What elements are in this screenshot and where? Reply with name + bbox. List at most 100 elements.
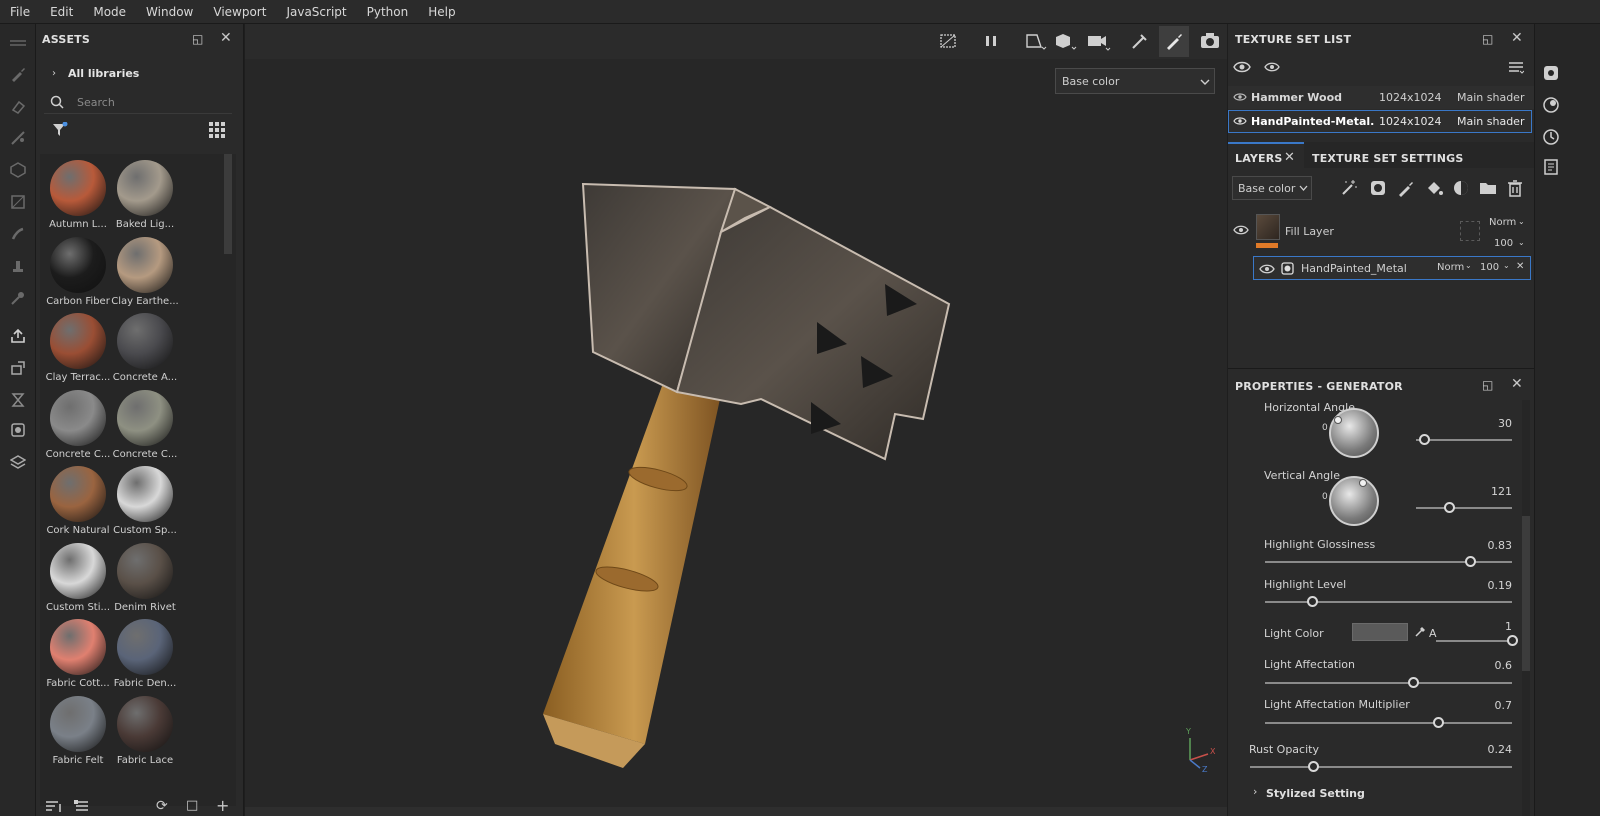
close-icon[interactable]: ✕ [220, 30, 232, 46]
light-color-swatch[interactable] [1352, 623, 1408, 641]
light-affectation-value[interactable]: 0.6 [1452, 659, 1513, 672]
vertical-angle-value[interactable]: 121 [1452, 485, 1512, 498]
viewport-scrollbar[interactable] [245, 807, 1227, 816]
chevron-down-icon[interactable]: ⌄ [1465, 261, 1472, 270]
asset-thumbnail[interactable]: Autumn L... [44, 158, 110, 234]
pause-icon[interactable] [983, 32, 999, 50]
geometry-mask-icon[interactable] [8, 160, 28, 180]
mask-slot[interactable] [1460, 221, 1480, 241]
color-picker-icon[interactable] [8, 288, 28, 308]
asset-thumbnail[interactable]: Fabric Lace [111, 694, 177, 770]
fill-layer-blend[interactable]: Norm [1489, 217, 1516, 228]
shelf-icon[interactable] [8, 452, 28, 472]
grid-view-icon[interactable] [209, 122, 225, 138]
chevron-right-icon[interactable]: › [1253, 785, 1257, 798]
highlight-level-slider[interactable] [1265, 596, 1512, 607]
slider-knob[interactable] [1507, 635, 1518, 646]
menu-python[interactable]: Python [357, 0, 419, 24]
menu-help[interactable]: Help [418, 0, 465, 24]
properties-scrollbar-track[interactable] [1522, 400, 1530, 816]
add-mask-icon[interactable] [1369, 179, 1387, 197]
group-icon[interactable] [74, 800, 90, 814]
hammer-model[interactable] [525, 144, 965, 784]
asset-thumbnail[interactable]: Carbon Fiber [44, 235, 110, 311]
asset-thumbnail[interactable]: Concrete C... [111, 388, 177, 464]
chevron-down-icon[interactable]: ⌄ [1503, 261, 1510, 270]
highlight-glossiness-value[interactable]: 0.83 [1452, 539, 1513, 552]
add-fill-layer-icon[interactable] [1425, 179, 1443, 197]
asset-thumbnail[interactable]: Custom Sti... [44, 541, 110, 617]
assets-scrollbar[interactable] [224, 154, 232, 254]
asset-thumbnail[interactable]: Fabric Cott... [44, 617, 110, 693]
search-input[interactable]: Search [77, 96, 115, 109]
texture-set-row-selected[interactable]: HandPainted-Metal. 1024x1024 Main shader [1228, 110, 1532, 133]
asset-thumbnail[interactable]: Fabric Den... [111, 617, 177, 693]
camera-icon[interactable] [1087, 32, 1111, 52]
chevron-down-icon[interactable]: ⌄ [1518, 238, 1525, 247]
eye-icon[interactable] [1264, 61, 1280, 73]
smudge-icon[interactable] [8, 224, 28, 244]
slider-knob[interactable] [1418, 434, 1430, 445]
eye-icon[interactable] [1233, 224, 1249, 236]
slider-knob[interactable] [1306, 596, 1318, 607]
tab-layers[interactable]: LAYERS ✕ [1228, 142, 1304, 168]
visibility-toggle-icon[interactable] [1233, 60, 1251, 74]
menu-edit[interactable]: Edit [40, 0, 83, 24]
eye-icon[interactable] [1233, 92, 1247, 102]
chevron-right-icon[interactable]: › [52, 68, 56, 79]
asset-thumbnail[interactable]: Concrete A... [111, 311, 177, 387]
light-affectation-multiplier-value[interactable]: 0.7 [1452, 699, 1513, 712]
asset-thumbnail[interactable]: Baked Lig... [111, 158, 177, 234]
clone-stamp-icon[interactable] [8, 256, 28, 276]
folder-icon[interactable] [1479, 179, 1497, 197]
close-icon[interactable]: ✕ [1516, 261, 1524, 272]
add-paint-layer-icon[interactable] [1397, 179, 1415, 197]
log-icon[interactable] [1542, 158, 1560, 176]
horizontal-angle-value[interactable]: 30 [1452, 417, 1512, 430]
slider-knob[interactable] [1307, 761, 1319, 772]
hide-icon[interactable] [939, 32, 957, 50]
alpha-value[interactable]: 1 [1452, 620, 1512, 633]
projection-icon[interactable] [8, 128, 28, 148]
light-affectation-slider[interactable] [1265, 677, 1512, 688]
library-selector[interactable]: All libraries [68, 67, 139, 80]
asset-thumbnail[interactable]: Custom Sp... [111, 464, 177, 540]
layers-channel-dropdown[interactable]: Base color [1232, 176, 1312, 200]
asset-thumbnail[interactable]: Cork Natural [44, 464, 110, 540]
menu-viewport[interactable]: Viewport [203, 0, 276, 24]
fill-layer-row[interactable]: Fill Layer Norm ⌄ 100 ⌄ [1228, 211, 1534, 255]
add-smart-material-icon[interactable] [1452, 179, 1470, 197]
light-affectation-multiplier-slider[interactable] [1265, 717, 1512, 728]
undock-icon[interactable]: ◱ [1482, 32, 1493, 46]
generator-opacity[interactable]: 100 [1480, 262, 1499, 273]
filter-icon[interactable] [52, 122, 68, 138]
export-icon[interactable] [8, 326, 28, 346]
viewport[interactable]: Base color Y X Z [245, 24, 1227, 816]
display-mode-icon[interactable] [1055, 32, 1077, 52]
asset-thumbnail[interactable]: Fabric Felt [44, 694, 110, 770]
dial-handle[interactable] [1334, 416, 1342, 424]
menu-javascript[interactable]: JavaScript [276, 0, 356, 24]
slider-knob[interactable] [1408, 677, 1420, 688]
channel-dropdown[interactable]: Base color [1055, 68, 1215, 94]
asset-thumbnail[interactable]: Clay Earthe... [111, 235, 179, 311]
search-box[interactable]: Search [44, 92, 232, 114]
screenshot-icon[interactable] [1200, 32, 1220, 50]
properties-scrollbar-thumb[interactable] [1522, 516, 1530, 671]
layer-thumbnail[interactable] [1256, 214, 1280, 240]
undock-icon[interactable]: ◱ [192, 32, 203, 46]
polygon-fill-icon[interactable] [8, 192, 28, 212]
slider-knob[interactable] [1465, 556, 1476, 567]
horizontal-angle-dial[interactable] [1329, 408, 1379, 458]
highlight-level-value[interactable]: 0.19 [1452, 579, 1513, 592]
slider-knob[interactable] [1443, 502, 1455, 513]
eraser-icon[interactable] [8, 96, 28, 116]
refresh-icon[interactable]: ⟳ [156, 798, 168, 814]
dial-handle[interactable] [1359, 479, 1367, 487]
paint-brush-icon[interactable] [8, 64, 28, 84]
highlight-glossiness-slider[interactable] [1265, 556, 1512, 567]
eye-icon[interactable] [1233, 116, 1247, 126]
history-icon[interactable] [1542, 128, 1560, 146]
hourglass-icon[interactable] [8, 390, 28, 410]
shader-settings-icon[interactable] [1542, 96, 1560, 114]
